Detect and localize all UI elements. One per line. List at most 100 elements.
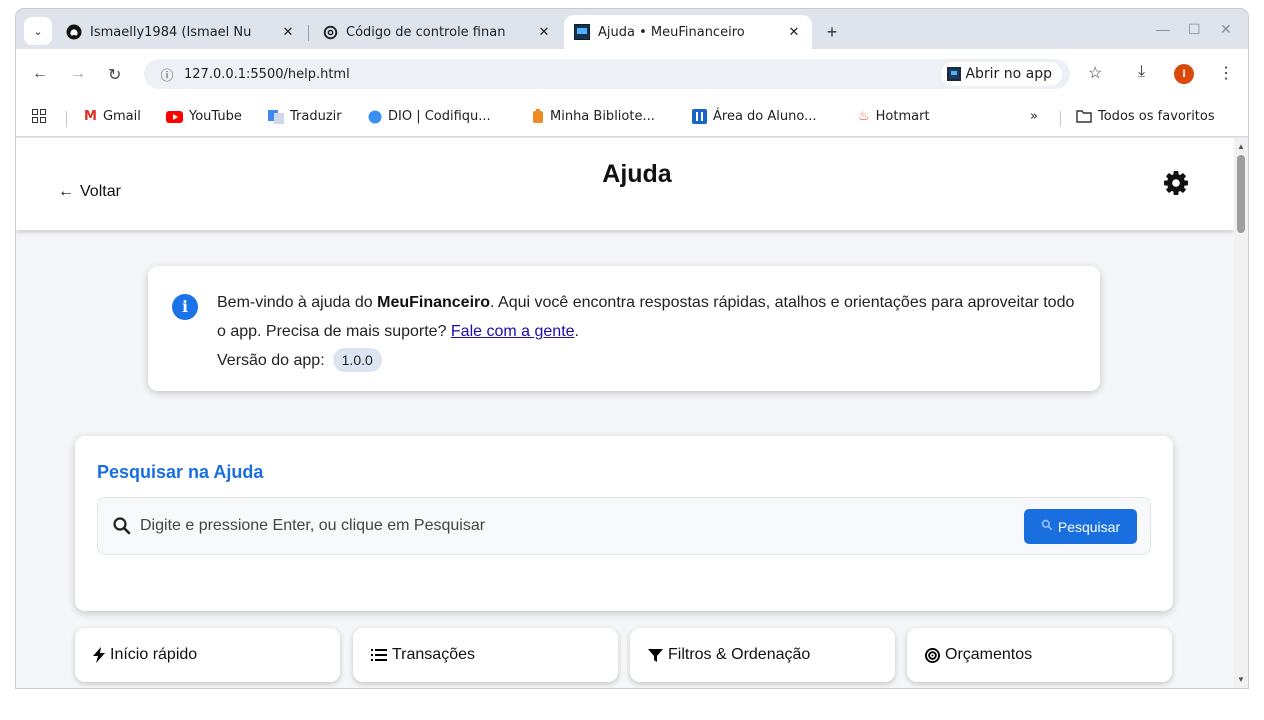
minimize-icon[interactable]: — — [1156, 21, 1170, 37]
welcome-text: Bem-vindo à ajuda do MeuFinanceiro. Aqui… — [217, 288, 1087, 375]
browser-window: ⌄ Ismaelly1984 (Ismael Nu ✕ Código de co… — [16, 9, 1248, 688]
search-button-label: Pesquisar — [1057, 518, 1121, 535]
bookmark-area-aluno[interactable]: Área do Aluno... — [692, 109, 817, 124]
tab-ajuda[interactable]: Ajuda • MeuFinanceiro ✕ — [564, 15, 812, 49]
openai-icon — [322, 24, 338, 40]
youtube-icon — [166, 110, 183, 123]
period: . — [574, 323, 579, 340]
bookmark-dio[interactable]: DIO | Codifiqu... — [368, 109, 491, 124]
bookmark-label: Área do Aluno... — [713, 109, 817, 124]
chevron-down-icon: ⌄ — [33, 25, 43, 38]
open-in-app-button[interactable]: Abrir no app — [941, 62, 1062, 86]
bookmark-label: YouTube — [189, 109, 242, 124]
version-badge: 1.0.0 — [332, 348, 382, 372]
dio-icon — [368, 110, 382, 124]
folder-icon — [1076, 110, 1092, 123]
new-tab-button[interactable]: + — [820, 21, 844, 45]
browser-toolbar: ← → ↻ ⓘ 127.0.0.1:5500/help.html Abrir n… — [16, 49, 1248, 99]
bookmarks-bar: M Gmail YouTube Traduzir DIO | Codifiqu.… — [16, 99, 1248, 137]
bookmark-traduzir[interactable]: Traduzir — [268, 109, 342, 124]
app-name: MeuFinanceiro — [377, 294, 491, 311]
open-in-app-label: Abrir no app — [965, 66, 1052, 82]
translate-icon — [268, 109, 284, 124]
search-icon — [1041, 519, 1053, 534]
bookmark-biblioteca[interactable]: Minha Bibliote... — [532, 109, 655, 124]
tab-strip: ⌄ Ismaelly1984 (Ismael Nu ✕ Código de co… — [16, 9, 1248, 49]
bookmark-label: Traduzir — [290, 109, 342, 124]
welcome-prefix: Bem-vindo à ajuda do — [217, 294, 378, 311]
tab-divider — [308, 25, 309, 41]
gear-icon[interactable] — [1162, 169, 1190, 197]
tile-filtros-ordenacao[interactable]: Filtros & Ordenação — [630, 628, 895, 682]
app-icon — [947, 67, 962, 81]
tile-label: Transações — [392, 646, 475, 663]
profile-avatar[interactable]: I — [1174, 64, 1194, 84]
bookmark-divider — [1060, 111, 1061, 127]
close-icon[interactable]: ✕ — [280, 25, 296, 40]
scroll-down-icon[interactable]: ▼ — [1237, 675, 1245, 684]
search-input[interactable] — [140, 512, 1000, 540]
welcome-info-card: i Bem-vindo à ajuda do MeuFinanceiro. Aq… — [148, 266, 1100, 391]
tile-label: Início rápido — [110, 646, 198, 663]
all-favorites-folder[interactable]: Todos os favoritos — [1076, 109, 1215, 124]
app-header: ← Voltar Ajuda — [16, 138, 1234, 230]
filter-icon — [648, 648, 663, 663]
bolt-icon — [93, 647, 105, 663]
search-button[interactable]: Pesquisar — [1024, 509, 1137, 544]
page-content: ← Voltar Ajuda i Bem-vindo à ajuda do Me… — [16, 138, 1234, 688]
star-icon[interactable]: ☆ — [1088, 63, 1102, 83]
scroll-up-icon[interactable]: ▲ — [1237, 142, 1245, 151]
scroll-thumb[interactable] — [1237, 155, 1245, 233]
contact-link[interactable]: Fale com a gente — [451, 323, 575, 340]
list-icon — [371, 648, 387, 662]
bookmark-youtube[interactable]: YouTube — [166, 109, 242, 124]
app-icon — [574, 24, 590, 40]
page-scrollbar[interactable]: ▲ ▼ — [1234, 138, 1248, 688]
tile-transacoes[interactable]: Transações — [353, 628, 618, 682]
maximize-icon[interactable]: ☐ — [1188, 21, 1201, 38]
bookmark-hotmart[interactable]: ♨ Hotmart — [858, 109, 930, 124]
address-bar[interactable]: ⓘ 127.0.0.1:5500/help.html Abrir no app — [144, 59, 1070, 89]
back-arrow-icon[interactable]: ← — [32, 65, 48, 83]
forward-arrow-icon[interactable]: → — [70, 65, 86, 83]
close-window-icon[interactable]: ✕ — [1220, 21, 1232, 38]
bookmark-label: Todos os favoritos — [1098, 109, 1215, 124]
bookmark-gmail[interactable]: M Gmail — [84, 109, 141, 124]
site-info-icon[interactable]: ⓘ — [156, 65, 178, 84]
hotmart-icon: ♨ — [858, 109, 870, 124]
info-icon: i — [172, 294, 198, 320]
tab-title: Ajuda • MeuFinanceiro — [598, 24, 745, 40]
page-title: Ajuda — [602, 160, 672, 188]
search-box: Pesquisar — [97, 497, 1151, 555]
tab-search-button[interactable]: ⌄ — [24, 17, 52, 45]
tab-chatgpt[interactable]: Código de controle finan ✕ — [312, 15, 562, 49]
close-icon[interactable]: ✕ — [786, 25, 802, 40]
search-card: Pesquisar na Ajuda Pesquisar — [75, 436, 1173, 611]
tab-github[interactable]: Ismaelly1984 (Ismael Nu ✕ — [56, 15, 306, 49]
student-icon — [692, 109, 707, 124]
bookmark-divider — [66, 111, 67, 127]
more-menu-icon[interactable]: ⋮ — [1218, 63, 1234, 83]
tile-label: Orçamentos — [945, 646, 1033, 663]
target-icon — [925, 647, 940, 663]
more-bookmarks-button[interactable]: » — [1030, 109, 1038, 124]
tile-label: Filtros & Ordenação — [668, 646, 811, 663]
gmail-icon: M — [84, 109, 97, 124]
tile-orcamentos[interactable]: Orçamentos — [907, 628, 1172, 682]
search-title: Pesquisar na Ajuda — [97, 462, 264, 482]
apps-grid-icon[interactable] — [32, 109, 46, 123]
library-icon — [532, 109, 544, 124]
reload-icon[interactable]: ↻ — [108, 65, 121, 85]
search-icon — [112, 516, 132, 536]
close-icon[interactable]: ✕ — [536, 25, 552, 40]
url-text: 127.0.0.1:5500/help.html — [184, 66, 350, 82]
tab-title: Ismaelly1984 (Ismael Nu — [90, 24, 252, 40]
github-icon — [66, 24, 82, 40]
tile-inicio-rapido[interactable]: Início rápido — [75, 628, 340, 682]
bookmark-label: Hotmart — [875, 109, 930, 124]
version-label: Versão do app: — [217, 352, 325, 369]
bookmark-label: DIO | Codifiqu... — [388, 109, 491, 124]
bookmark-label: Gmail — [102, 109, 141, 124]
download-icon[interactable]: ⤓ — [1138, 63, 1145, 81]
tab-title: Código de controle finan — [346, 24, 506, 40]
